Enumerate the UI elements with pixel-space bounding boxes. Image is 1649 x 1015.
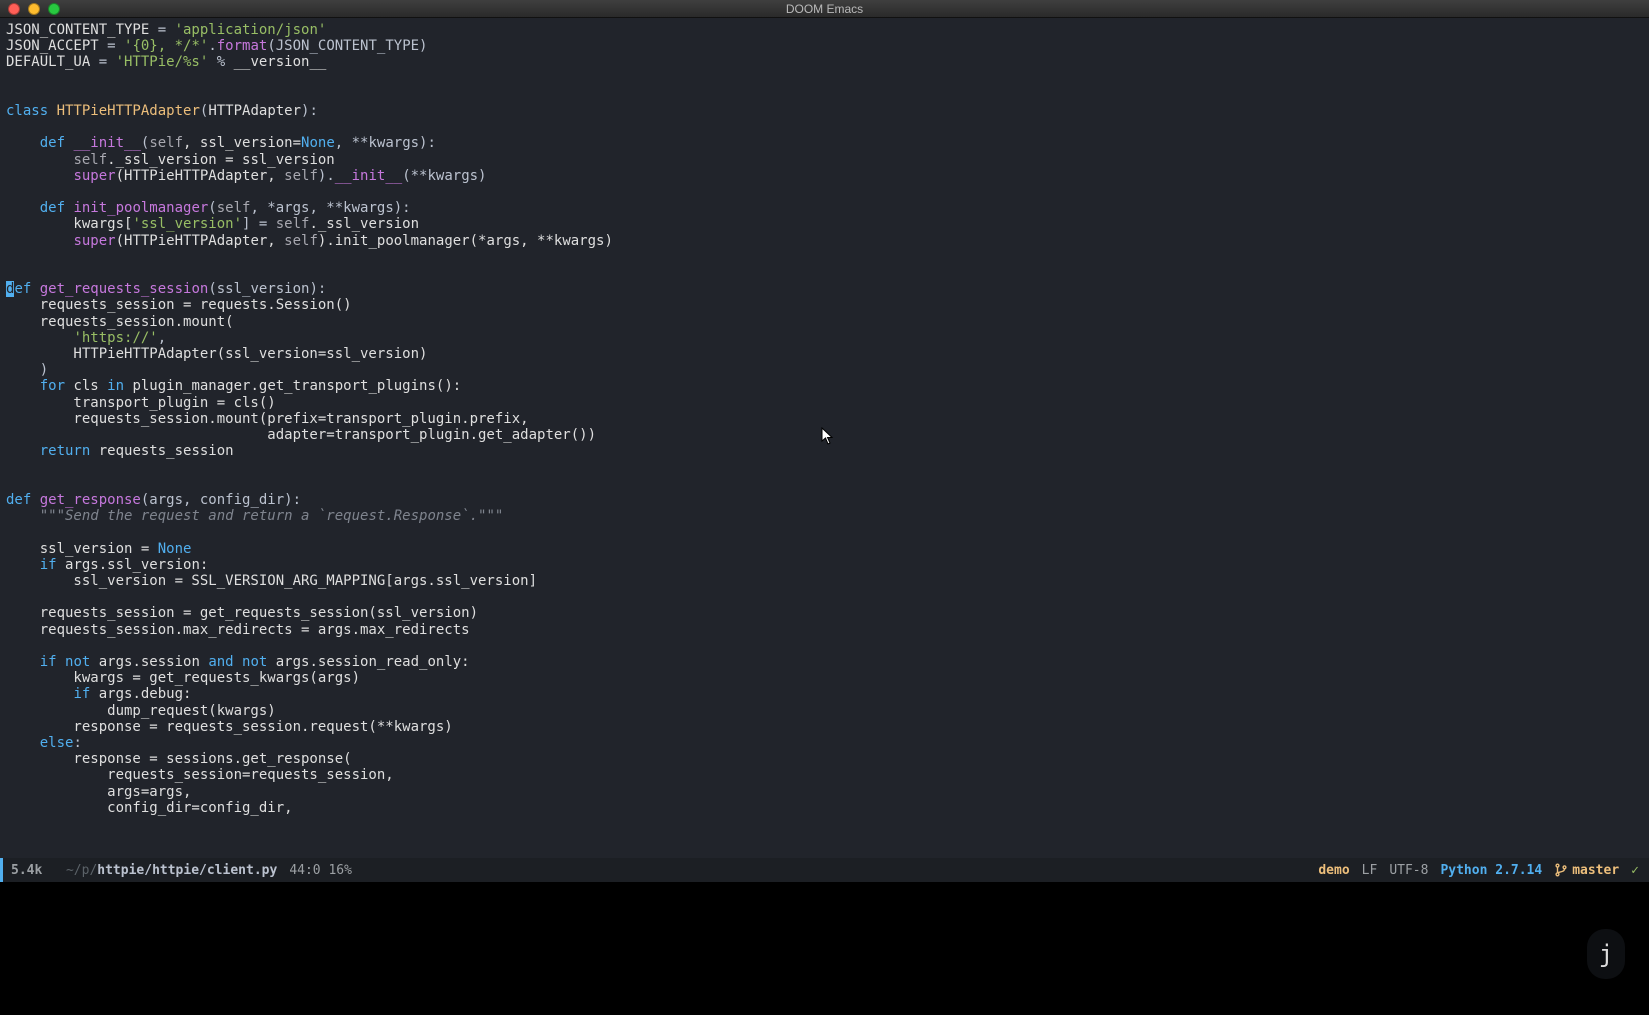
- cursor-position: 44:0 16%: [289, 863, 352, 878]
- titlebar: DOOM Emacs: [0, 0, 1649, 18]
- code-line: kwargs = get_requests_kwargs(args): [6, 670, 1643, 686]
- code-line: [6, 249, 1643, 265]
- traffic-lights: [8, 3, 60, 15]
- code-line: def get_requests_session(ssl_version):: [6, 281, 1643, 297]
- code-line: requests_session.mount(: [6, 314, 1643, 330]
- buffer-size: 5.4k: [11, 863, 42, 878]
- close-icon[interactable]: [8, 3, 20, 15]
- code-line: ssl_version = SSL_VERSION_ARG_MAPPING[ar…: [6, 573, 1643, 589]
- editor-buffer[interactable]: JSON_CONTENT_TYPE = 'application/json'JS…: [0, 18, 1649, 858]
- path-dir: httpie/httpie/: [97, 863, 207, 878]
- code-line: transport_plugin = cls(): [6, 395, 1643, 411]
- code-line: """Send the request and return a `reques…: [6, 508, 1643, 524]
- code-line: [6, 589, 1643, 605]
- git-branch-icon: [1554, 863, 1568, 877]
- code-line: [6, 87, 1643, 103]
- line-ending: LF: [1362, 863, 1378, 878]
- code-line: args=args,: [6, 784, 1643, 800]
- desktop-bg: [0, 882, 1649, 1015]
- code-line: def get_response(args, config_dir):: [6, 492, 1643, 508]
- code-line: ): [6, 362, 1643, 378]
- code-line: for cls in plugin_manager.get_transport_…: [6, 378, 1643, 394]
- flycheck-ok-icon: ✓: [1631, 863, 1639, 878]
- code-line: requests_session.mount(prefix=transport_…: [6, 411, 1643, 427]
- modeline-left: 5.4k ~/p/httpie/httpie/client.py 44:0 16…: [11, 863, 352, 878]
- code-line: ssl_version = None: [6, 541, 1643, 557]
- buffer-path: ~/p/httpie/httpie/client.py: [66, 863, 277, 878]
- path-prefix: ~/p/: [66, 863, 97, 878]
- code-line: [6, 119, 1643, 135]
- vcs-branch: master: [1554, 863, 1619, 878]
- workspace-name: demo: [1318, 863, 1349, 878]
- code-line: if args.debug:: [6, 686, 1643, 702]
- code-line: requests_session=requests_session,: [6, 767, 1643, 783]
- keycast-key: j: [1599, 940, 1613, 968]
- code-line: dump_request(kwargs): [6, 703, 1643, 719]
- branch-name: master: [1572, 863, 1619, 878]
- major-mode: Python 2.7.14: [1440, 863, 1542, 878]
- code-line: requests_session = requests.Session(): [6, 297, 1643, 313]
- minimize-icon[interactable]: [28, 3, 40, 15]
- code-line: return requests_session: [6, 443, 1643, 459]
- code-line: class HTTPieHTTPAdapter(HTTPAdapter):: [6, 103, 1643, 119]
- path-file: client.py: [207, 863, 277, 878]
- code-line: [6, 638, 1643, 654]
- code-line: response = requests_session.request(**kw…: [6, 719, 1643, 735]
- code-line: 'https://',: [6, 330, 1643, 346]
- code-line: HTTPieHTTPAdapter(ssl_version=ssl_versio…: [6, 346, 1643, 362]
- code-line: def __init__(self, ssl_version=None, **k…: [6, 135, 1643, 151]
- code-line: self._ssl_version = ssl_version: [6, 152, 1643, 168]
- keycast-indicator: j: [1587, 929, 1625, 979]
- code-line: [6, 265, 1643, 281]
- modeline-right: demo LF UTF-8 Python 2.7.14 master ✓: [1318, 863, 1639, 878]
- code-line: def init_poolmanager(self, *args, **kwar…: [6, 200, 1643, 216]
- code-line: [6, 71, 1643, 87]
- code-line: [6, 184, 1643, 200]
- code-line: [6, 476, 1643, 492]
- code-line: if not args.session and not args.session…: [6, 654, 1643, 670]
- code-line: else:: [6, 735, 1643, 751]
- code-line: [6, 459, 1643, 475]
- code-line: JSON_CONTENT_TYPE = 'application/json': [6, 22, 1643, 38]
- window-title: DOOM Emacs: [0, 2, 1649, 16]
- code-line: kwargs['ssl_version'] = self._ssl_versio…: [6, 216, 1643, 232]
- encoding: UTF-8: [1389, 863, 1428, 878]
- code-line: requests_session = get_requests_session(…: [6, 605, 1643, 621]
- app-window: DOOM Emacs JSON_CONTENT_TYPE = 'applicat…: [0, 0, 1649, 1015]
- code-line: super(HTTPieHTTPAdapter, self).__init__(…: [6, 168, 1643, 184]
- code-line: adapter=transport_plugin.get_adapter()): [6, 427, 1643, 443]
- modeline: 5.4k ~/p/httpie/httpie/client.py 44:0 16…: [0, 858, 1649, 882]
- code-line: response = sessions.get_response(: [6, 751, 1643, 767]
- zoom-icon[interactable]: [48, 3, 60, 15]
- code-line: DEFAULT_UA = 'HTTPie/%s' % __version__: [6, 54, 1643, 70]
- code-line: JSON_ACCEPT = '{0}, */*'.format(JSON_CON…: [6, 38, 1643, 54]
- code-line: super(HTTPieHTTPAdapter, self).init_pool…: [6, 233, 1643, 249]
- code-line: [6, 524, 1643, 540]
- code-line: if args.ssl_version:: [6, 557, 1643, 573]
- code-line: requests_session.max_redirects = args.ma…: [6, 622, 1643, 638]
- code-line: config_dir=config_dir,: [6, 800, 1643, 816]
